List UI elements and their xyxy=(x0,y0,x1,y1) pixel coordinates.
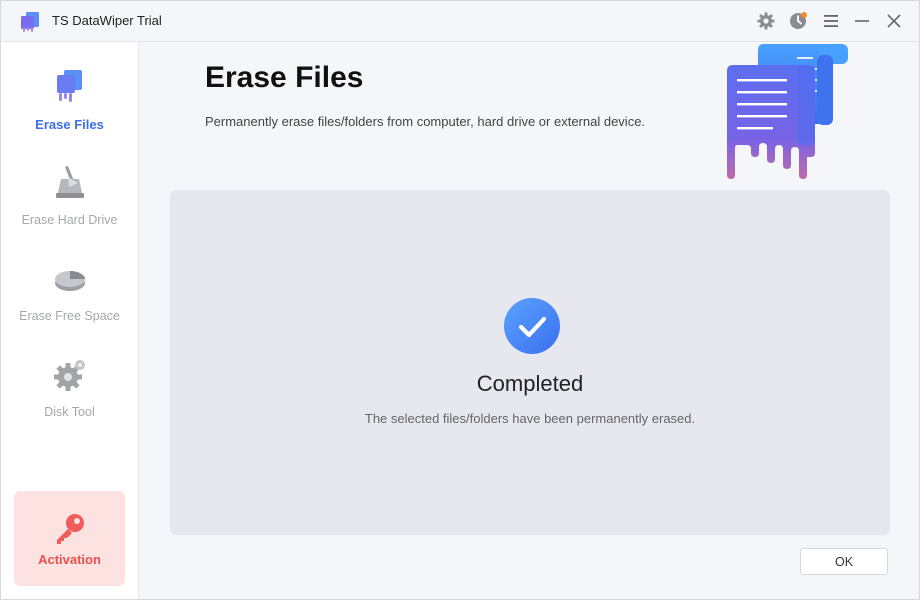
sidebar-item-label: Erase Free Space xyxy=(19,309,120,323)
sidebar-item-label: Erase Files xyxy=(35,117,104,132)
gear-icon[interactable] xyxy=(757,12,775,30)
free-space-icon xyxy=(54,271,85,291)
completed-title: Completed xyxy=(476,371,584,396)
title-bar: TS DataWiper Trial xyxy=(1,1,919,42)
minimize-icon[interactable] xyxy=(853,12,871,30)
sidebar-item-label: Erase Hard Drive xyxy=(21,213,118,227)
disk-tool-gear-icon xyxy=(53,360,85,391)
sidebar-item-erase-files[interactable]: Erase Files xyxy=(1,69,138,159)
sidebar: Erase Files Erase Hard Drive Erase Free … xyxy=(1,42,139,599)
app-window: TS DataWiper Trial Erase Files Erase Har… xyxy=(0,0,920,600)
activation-label: Activation xyxy=(38,552,101,567)
completed-message: The selected files/folders have been per… xyxy=(364,411,696,426)
erase-files-illustration-icon xyxy=(727,44,848,179)
page-title: Erase Files xyxy=(205,61,364,94)
activation-button[interactable]: Activation xyxy=(14,491,125,586)
key-icon xyxy=(57,514,84,544)
menu-icon[interactable] xyxy=(822,12,840,30)
sidebar-item-label: Disk Tool xyxy=(44,405,95,419)
check-circle-icon xyxy=(504,298,560,354)
hard-drive-icon xyxy=(55,166,84,198)
sidebar-item-erase-hard-drive[interactable]: Erase Hard Drive xyxy=(1,165,138,255)
sidebar-item-erase-free-space[interactable]: Erase Free Space xyxy=(1,261,138,351)
result-panel: Completed The selected files/folders hav… xyxy=(170,190,890,535)
page-subtitle: Permanently erase files/folders from com… xyxy=(205,114,646,129)
history-icon[interactable] xyxy=(789,12,807,30)
ok-button[interactable]: OK xyxy=(800,548,888,575)
app-title: TS DataWiper Trial xyxy=(52,13,162,28)
close-icon[interactable] xyxy=(885,12,903,30)
erase-files-icon xyxy=(56,70,82,102)
sidebar-item-disk-tool[interactable]: Disk Tool xyxy=(1,357,138,447)
app-logo-icon xyxy=(21,12,39,32)
